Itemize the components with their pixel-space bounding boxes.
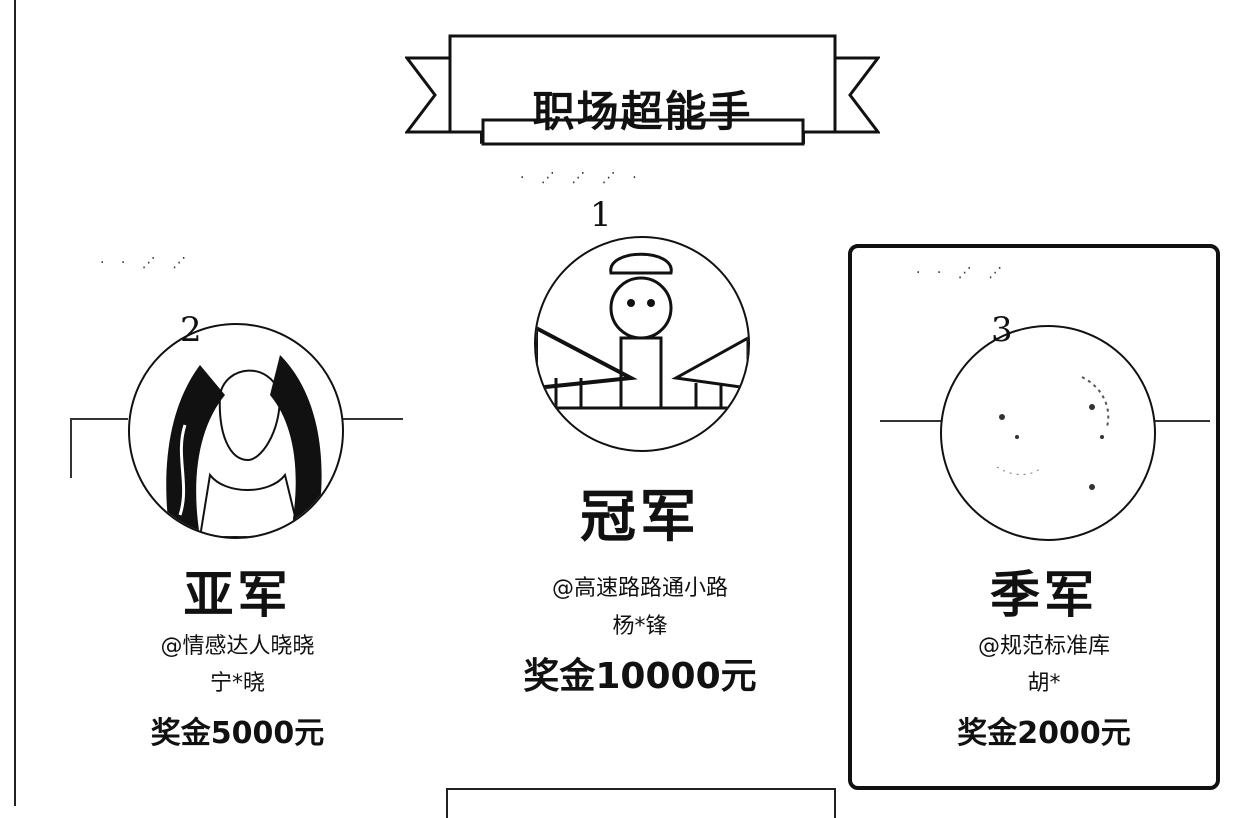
crown-sparkle-icon: · · ⋰ ⋰: [916, 265, 1009, 281]
avatar-first[interactable]: [534, 236, 750, 452]
divider-line-right: [1152, 420, 1210, 422]
divider-line-right: [343, 418, 403, 420]
podium-card-first: · ⋰ ⋰ ⋰ · 1 冠军 @高速路路通小路 杨*锋 奖金10000元: [470, 150, 810, 700]
crown-sparkle-icon: · · ⋰ ⋰: [100, 255, 193, 271]
rank-title-second: 亚军: [183, 566, 292, 624]
crown-sparkle-icon: · ⋰ ⋰ ⋰ ·: [520, 170, 643, 186]
next-section-frame: [446, 788, 836, 818]
divider-tick-left: [70, 418, 72, 478]
page-left-border: [14, 0, 16, 806]
winner-handle-second[interactable]: @情感达人晓晓: [70, 628, 405, 660]
winner-name-third: 胡*: [1027, 671, 1061, 696]
rank-number-second: 2: [180, 310, 202, 350]
winner-handle-third[interactable]: @规范标准库: [876, 628, 1212, 660]
winner-name-second: 宁*晓: [209, 671, 265, 696]
rank-title-third: 季军: [990, 566, 1098, 624]
portrait-woman-icon: [166, 355, 322, 537]
prize-second: 奖金5000元: [150, 716, 325, 751]
cartoon-chef-icon: [536, 252, 748, 410]
divider-line-left: [880, 420, 942, 422]
divider-line-left: [70, 418, 128, 420]
faint-portrait-icon: [996, 376, 1110, 490]
avatar-third[interactable]: [940, 325, 1156, 541]
prize-third: 奖金2000元: [957, 716, 1131, 751]
title-banner: 职场超能手: [405, 32, 880, 148]
rank-number-first: 1: [590, 195, 612, 235]
winner-name-first: 杨*锋: [612, 614, 668, 639]
winner-handle-first[interactable]: @高速路路通小路: [470, 570, 810, 602]
avatar-second[interactable]: [128, 323, 344, 539]
rank-number-third: 3: [991, 310, 1013, 350]
podium-card-second: · · ⋰ ⋰ 2 亚军 @情感达人晓晓 宁*晓 奖金5000元: [70, 255, 405, 755]
rank-title-first: 冠军: [580, 485, 700, 550]
prize-first: 奖金10000元: [523, 656, 757, 697]
podium-card-third: · · ⋰ ⋰ 3 季军 @规范标准库 胡* 奖金2000元: [876, 255, 1212, 755]
banner-title: 职场超能手: [532, 87, 753, 136]
